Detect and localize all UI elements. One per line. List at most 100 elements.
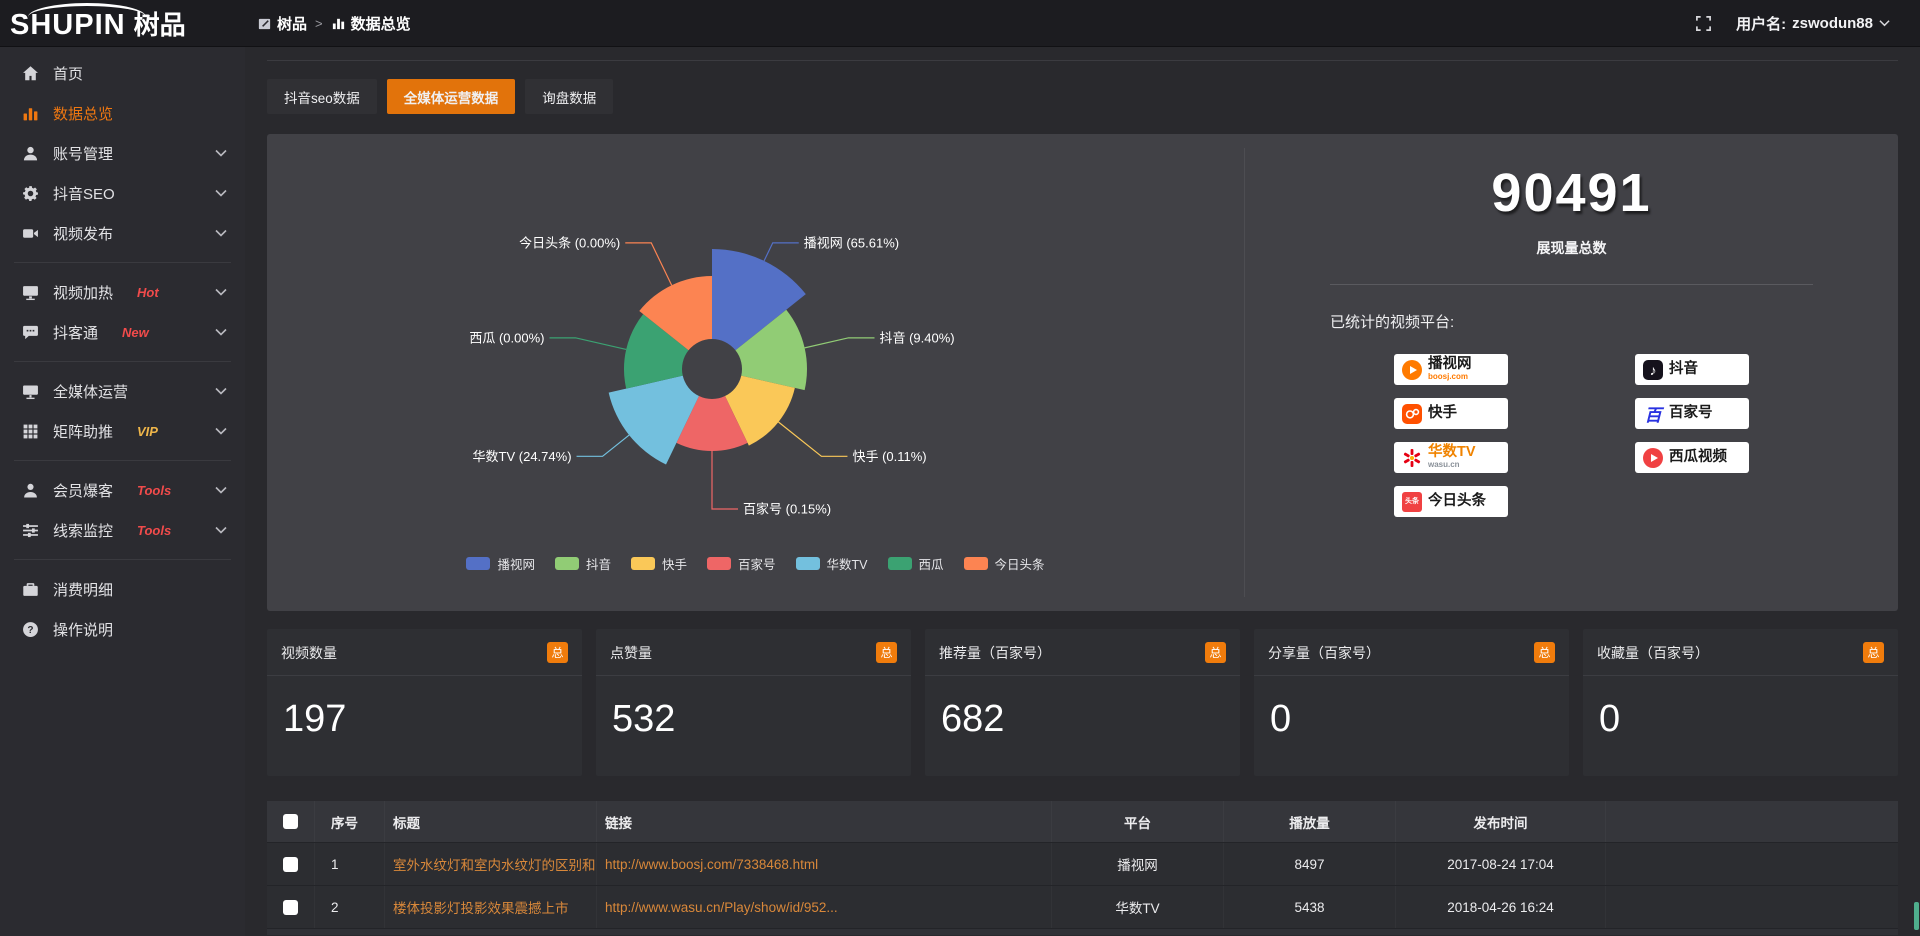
table-cell-index: 1 [315,843,385,885]
table-header-time: 发布时间 [1396,801,1606,842]
wallet-icon [22,581,39,598]
pie-slice-华数TV[interactable] [609,376,699,465]
chart-panel: 播视网 (65.61%)抖音 (9.40%)快手 (0.11%)百家号 (0.1… [267,134,1898,611]
scrollbar-thumb[interactable] [1914,902,1919,930]
total-badge[interactable]: 总 [547,642,568,663]
pie-label-华数TV: 华数TV (24.74%) [473,449,572,464]
pie-label-line [712,451,738,509]
xigua-logo [1643,448,1663,468]
platform-name: 百家号 [1669,406,1713,421]
platform-badge-今日头条[interactable]: 头条今日头条 [1394,486,1508,517]
stat-card-header: 收藏量（百家号） 总 [1583,629,1898,676]
platform-badge-播视网[interactable]: 播视网boosj.com [1394,354,1508,385]
user-icon [22,145,39,162]
legend-item-快手[interactable]: 快手 [631,554,687,573]
pie-label-西瓜: 西瓜 (0.00%) [469,330,544,345]
table-header-extra [1606,801,1898,842]
sidebar-item-data-overview[interactable]: 数据总览 [0,93,245,133]
user-menu[interactable]: 用户名: zswodun88 [1736,13,1890,34]
breadcrumb-home[interactable]: 树品 [257,13,307,34]
table-row: 1室外水纹灯和室内水纹灯的区别和简介http://www.boosj.com/7… [267,843,1898,886]
legend-item-华数TV[interactable]: 华数TV [796,554,868,573]
stat-card-header: 推荐量（百家号）总 [925,629,1240,676]
chat-icon [22,324,39,341]
sidebar-item-label: 数据总览 [53,103,113,124]
screen-icon [22,284,39,301]
stat-card-value: 0 [1254,676,1569,741]
summary-section: 90491 展现量总数 已统计的视频平台: 播视网boosj.com快手华数TV… [1245,134,1898,611]
stat-card-title: 收藏量（百家号） [1597,643,1709,663]
breadcrumb-current[interactable]: 数据总览 [331,13,411,34]
legend-item-今日头条[interactable]: 今日头条 [964,554,1045,573]
sidebar-item-douyin-seo[interactable]: 抖音SEO [0,173,245,213]
table-cell-plays: 5438 [1224,886,1396,928]
legend-label: 西瓜 [919,554,944,573]
pie-label-line [764,243,799,261]
platform-badge-华数TV[interactable]: 华数TVwasu.cn [1394,442,1508,473]
table-cell-link[interactable]: http://www.boosj.com/7338468.html [597,843,1052,885]
legend-item-西瓜[interactable]: 西瓜 [888,554,944,573]
platform-badge-text: 百家号 [1669,406,1713,421]
pie-label-line [577,435,630,456]
sidebar-item-home[interactable]: 首页 [0,53,245,93]
table-checkbox-cell [267,886,315,928]
sidebar-item-spend-detail[interactable]: 消费明细 [0,569,245,609]
tab-douyin-seo-data[interactable]: 抖音seo数据 [267,79,377,114]
total-badge[interactable]: 总 [1205,642,1226,663]
chevron-down-icon [215,189,227,197]
platform-badge-百家号[interactable]: 百百家号 [1635,398,1749,429]
total-badge[interactable]: 总 [1863,642,1884,663]
total-impressions-value: 90491 [1330,162,1813,224]
sidebar-item-matrix-boost[interactable]: 矩阵助推VIP [0,411,245,451]
pie-label-line [805,338,875,348]
table-cell-title[interactable]: 楼体投影灯投影效果震撼上市 [385,886,597,928]
chevron-down-icon [215,149,227,157]
sidebar-item-help[interactable]: ?操作说明 [0,609,245,649]
platform-badge-text: 播视网boosj.com [1428,357,1472,381]
breadcrumb-label: 数据总览 [351,13,411,34]
sidebar-item-media-ops[interactable]: 全媒体运营 [0,371,245,411]
wasu-logo [1402,448,1422,468]
sidebar-item-video-heat[interactable]: 视频加热Hot [0,272,245,312]
tab-inquiry-data[interactable]: 询盘数据 [525,79,613,114]
chevron-down-icon [215,288,227,296]
nightingale-pie-svg[interactable]: 播视网 (65.61%)抖音 (9.40%)快手 (0.11%)百家号 (0.1… [267,134,1244,611]
chevron-down-icon [215,526,227,534]
platform-badge-抖音[interactable]: ♪抖音 [1635,354,1749,385]
total-badge[interactable]: 总 [876,642,897,663]
platform-name: 抖音 [1669,362,1698,377]
select-all-checkbox[interactable] [283,814,298,829]
sidebar-item-member-burst[interactable]: 会员爆客Tools [0,470,245,510]
row-checkbox[interactable] [283,857,298,872]
grid-icon [22,423,39,440]
stat-card-title: 分享量（百家号） [1268,643,1380,663]
legend-item-百家号[interactable]: 百家号 [707,554,776,573]
tab-media-ops-data[interactable]: 全媒体运营数据 [387,79,516,114]
row-checkbox[interactable] [283,900,298,915]
sidebar-item-label: 视频加热 [53,282,113,303]
app-logo[interactable]: SHUPIN 树品 [0,0,245,47]
table-cell-link[interactable]: http://www.wasu.cn/Play/show/id/952... [597,886,1052,928]
sidebar-item-account[interactable]: 账号管理 [0,133,245,173]
platform-badge-快手[interactable]: 快手 [1394,398,1508,429]
legend-item-播视网[interactable]: 播视网 [466,554,535,573]
total-impressions-label: 展现量总数 [1330,238,1813,258]
sidebar-item-doketong[interactable]: 抖客通New [0,312,245,352]
table-cell-title[interactable]: 室外水纹灯和室内水纹灯的区别和简介 [385,843,597,885]
chevron-down-icon [215,427,227,435]
legend-item-抖音[interactable]: 抖音 [555,554,611,573]
legend-label: 抖音 [586,554,611,573]
total-badge[interactable]: 总 [1534,642,1555,663]
sidebar-item-clue-monitor[interactable]: 线索监控 Tools [0,510,245,550]
toutiao-logo: 头条 [1402,492,1422,512]
fullscreen-icon[interactable] [1695,15,1712,32]
platform-badge-text: 今日头条 [1428,494,1486,509]
sidebar-item-tag: Tools [137,523,171,538]
stat-card-收藏量（百家号）: 收藏量（百家号）总0 [1583,629,1898,776]
sidebar-item-video-publish[interactable]: 视频发布 [0,213,245,253]
table-checkbox-cell [267,843,315,885]
sidebar-item-label: 抖客通 [53,322,98,343]
legend-swatch [964,557,988,570]
platform-badge-西瓜视频[interactable]: 西瓜视频 [1635,442,1749,473]
sidebar-item-label: 线索监控 [53,520,113,541]
